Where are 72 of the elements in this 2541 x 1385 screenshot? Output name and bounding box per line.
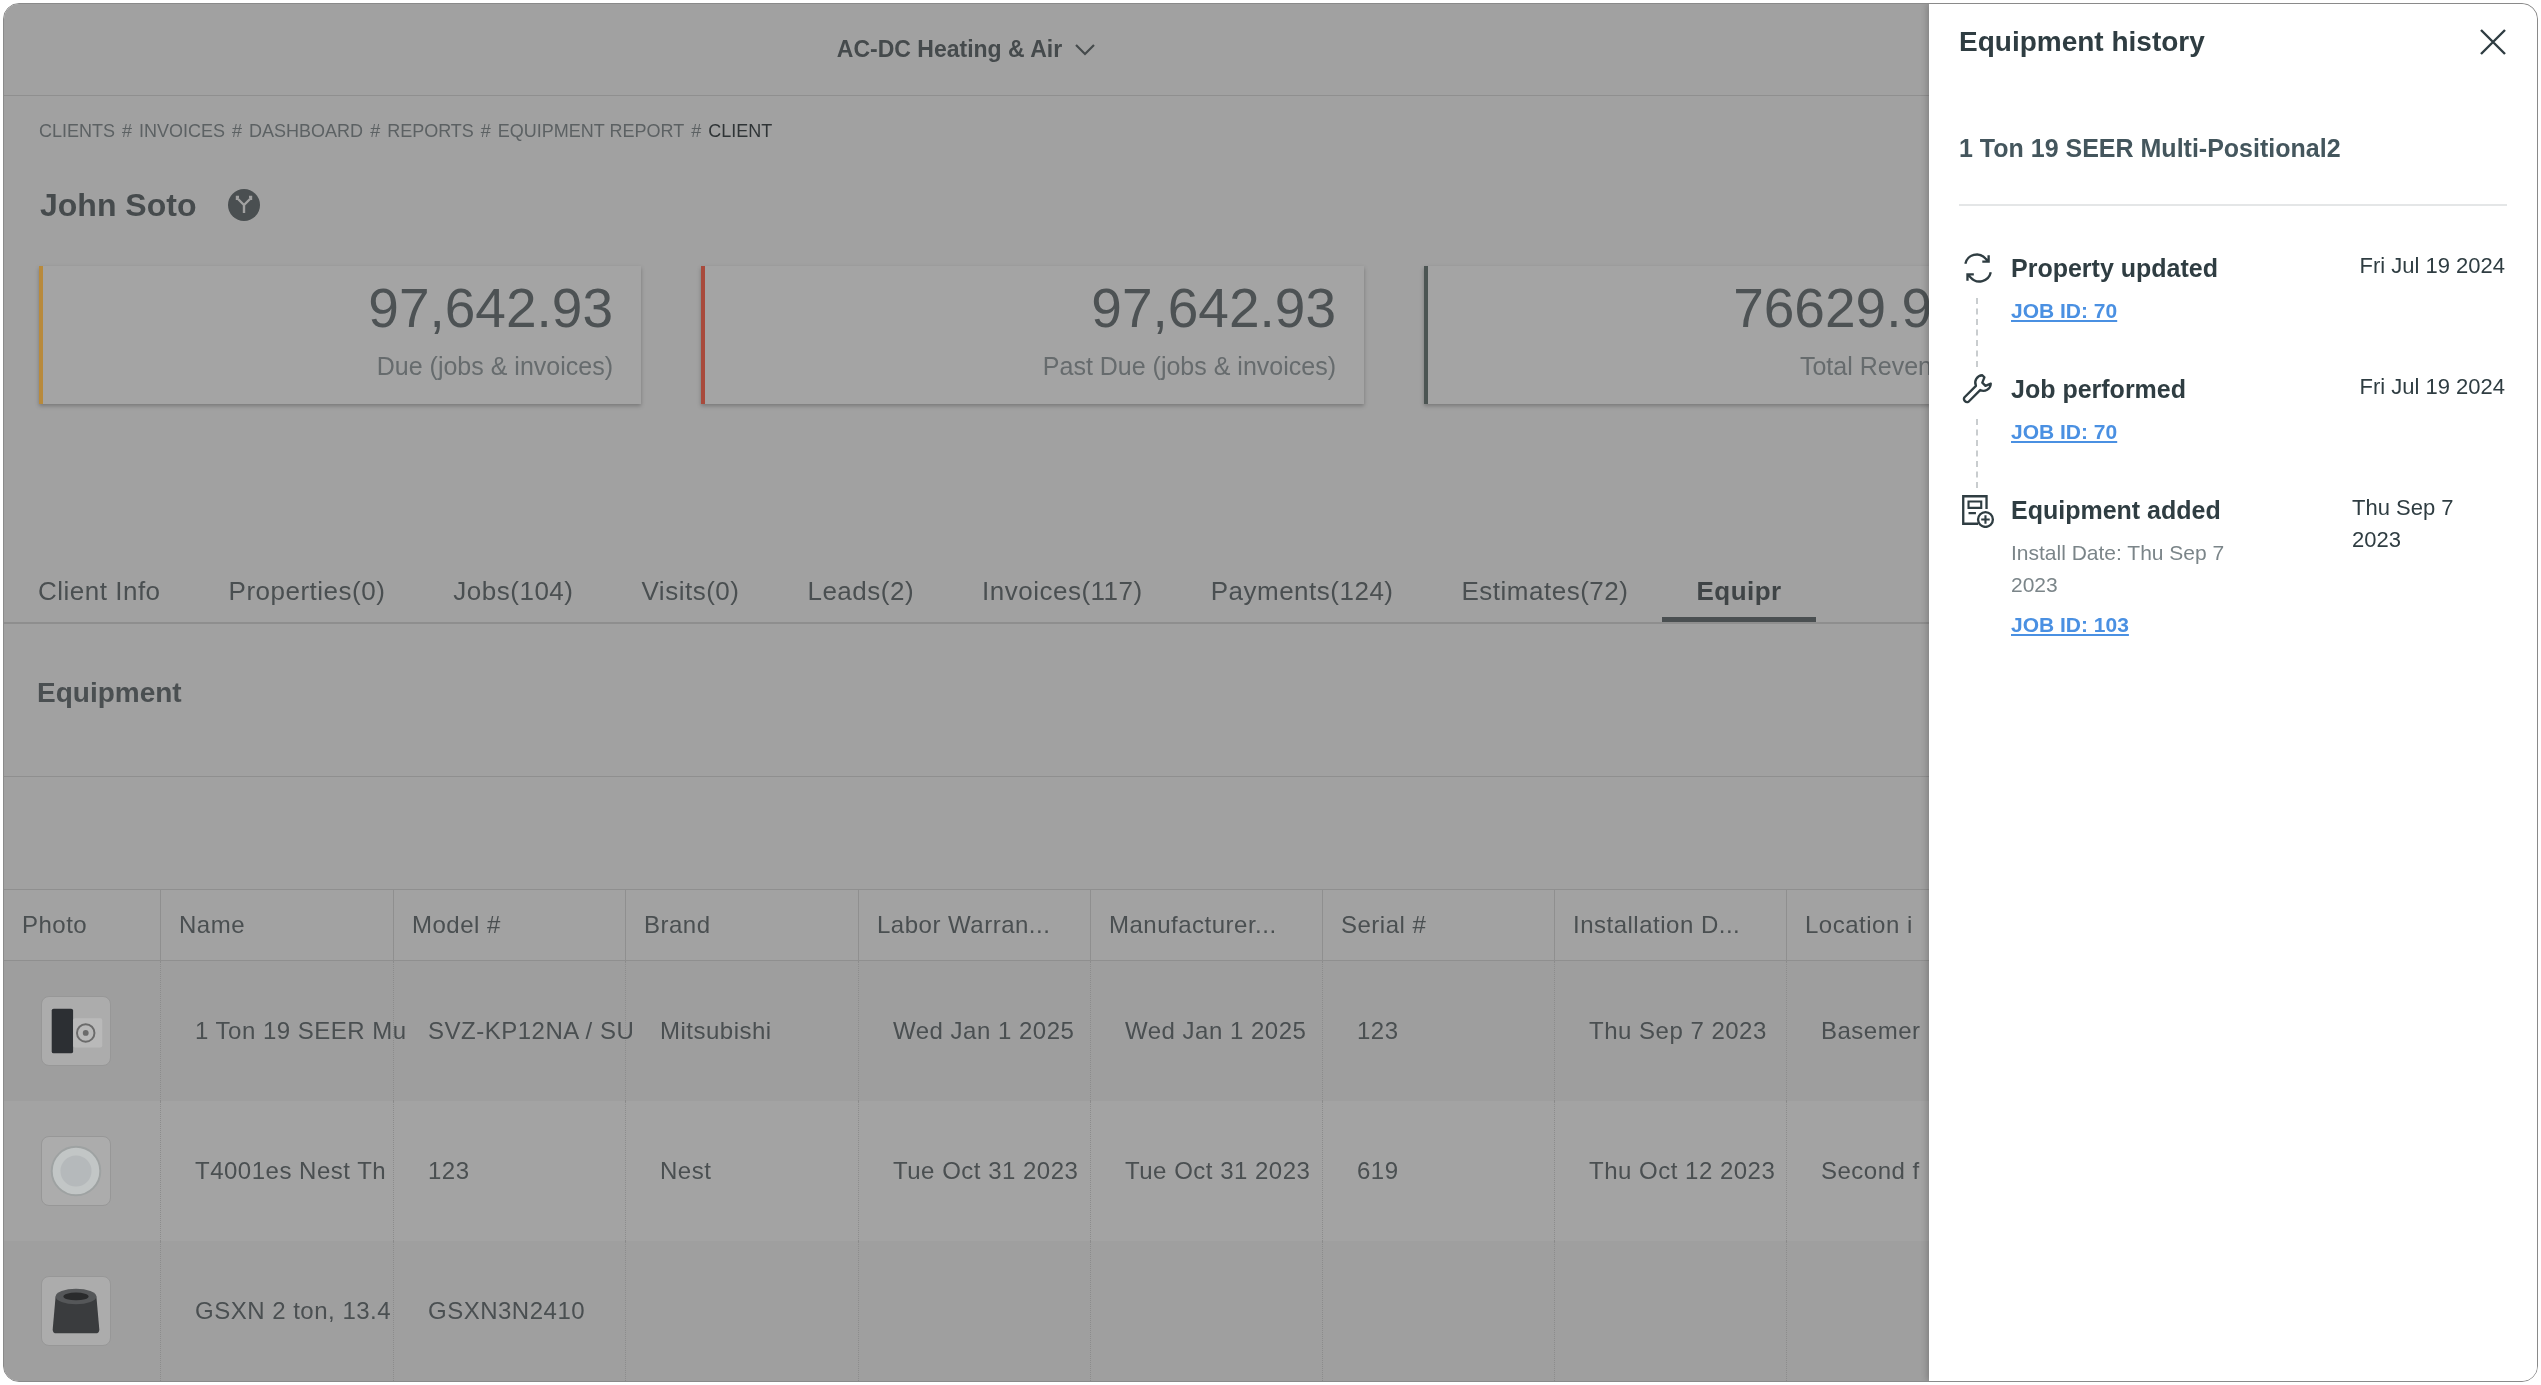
section-title: Equipment [37,676,183,710]
amount-value: 76629.9 [1733,275,1929,341]
table-cell-text: 123 [1357,1016,1399,1046]
event-date: Fri Jul 19 2024 [2359,251,2506,280]
table-cell-text: Wed Jan 1 2025 [893,1016,1075,1046]
tab[interactable]: Client Info [4,566,195,622]
breadcrumb-link[interactable]: INVOICES [139,117,226,145]
breadcrumb-separator: # [691,119,702,143]
table-cell-text: Wed Jan 1 2025 [1125,1016,1307,1046]
breadcrumb-link[interactable]: CLIENTS [39,117,116,145]
column-header[interactable]: Manufacturer... [1091,890,1323,960]
breadcrumb-separator: # [480,119,491,143]
close-icon[interactable] [2479,28,2507,56]
breadcrumb-link[interactable]: CLIENT [708,117,773,145]
table-cell-text: GSXN3N2410 [428,1296,586,1326]
tab[interactable]: Properties(0) [194,566,420,622]
column-header[interactable]: Brand [626,890,859,960]
table-cell-text: Tue Oct 31 2023 [893,1156,1079,1186]
breadcrumb-separator: # [122,119,133,143]
breadcrumb-link[interactable]: REPORTS [387,117,474,145]
breadcrumb-link[interactable]: EQUIPMENT REPORT [497,117,685,145]
job-link[interactable]: JOB ID: 70 [2011,416,2118,448]
table-cell-text: 1 Ton 19 SEER Mu [195,1016,407,1046]
event-title: Property updated [2011,252,2219,284]
breadcrumb-link[interactable]: DASHBOARD [249,117,364,145]
job-link[interactable]: JOB ID: 103 [2011,609,2129,641]
tab[interactable]: Leads(2) [773,566,949,622]
table-cell-text: Basemer [1821,1016,1921,1046]
event-title: Job performed [2011,373,2188,405]
tab[interactable]: Estimates(72) [1427,566,1663,622]
job-link[interactable]: JOB ID: 70 [2011,295,2118,327]
tab[interactable]: Jobs(104) [419,566,608,622]
table-cell-text: Thu Oct 12 2023 [1589,1156,1776,1186]
panel-title: Equipment history [1959,25,2205,59]
event-detail: Install Date: Thu Sep 7 2023 [2011,540,2226,598]
table-cell-text: T4001es Nest Th [195,1156,387,1186]
column-header[interactable]: Name [161,890,394,960]
table-cell-text: GSXN 2 ton, 13.4 [195,1296,392,1326]
amount-label: Past Due (jobs & invoices) [1042,350,1336,382]
client-name: John Soto [40,185,197,225]
table-cell-text: SVZ-KP12NA / SU [428,1016,635,1046]
table-cell-text: Second f [1821,1156,1920,1186]
equipment-photo [41,1276,111,1346]
event-date: Thu Sep 7 2023 [2352,493,2455,554]
amount-value: 97,642.93 [1091,275,1336,341]
breadcrumb-separator: # [370,119,381,143]
tab[interactable]: Equipr [1662,566,1816,622]
company-dropdown[interactable]: AC-DC Heating & Air [836,32,1097,67]
tab[interactable]: Visits(0) [607,566,774,622]
column-header[interactable]: Installation D... [1555,890,1787,960]
table-cell-text: Thu Sep 7 2023 [1589,1016,1767,1046]
amount-value: 97,642.93 [368,275,613,341]
breadcrumb-separator: # [232,119,243,143]
column-header[interactable]: Model # [394,890,626,960]
event-title: Equipment added [2011,494,2222,526]
amount-label: Due (jobs & invoices) [376,350,613,382]
equipment-name: 1 Ton 19 SEER Multi-Positional2 [1959,133,2342,164]
column-header[interactable]: Photo [4,890,161,960]
equipment-photo [41,996,111,1066]
equipment-photo [41,1136,111,1206]
table-cell-text: Mitsubishi [660,1016,772,1046]
column-header[interactable]: Serial # [1323,890,1555,960]
table-cell-text: Tue Oct 31 2023 [1125,1156,1311,1186]
table-cell-text: 123 [428,1156,470,1186]
chevron-down-icon [1074,42,1097,57]
event-date: Fri Jul 19 2024 [2359,372,2506,401]
tab[interactable]: Invoices(117) [948,566,1177,622]
tab[interactable]: Payments(124) [1176,566,1428,622]
table-cell-text: 619 [1357,1156,1399,1186]
column-header[interactable]: Labor Warran... [859,890,1091,960]
table-cell-text: Nest [660,1156,712,1186]
merge-icon[interactable] [228,188,261,221]
